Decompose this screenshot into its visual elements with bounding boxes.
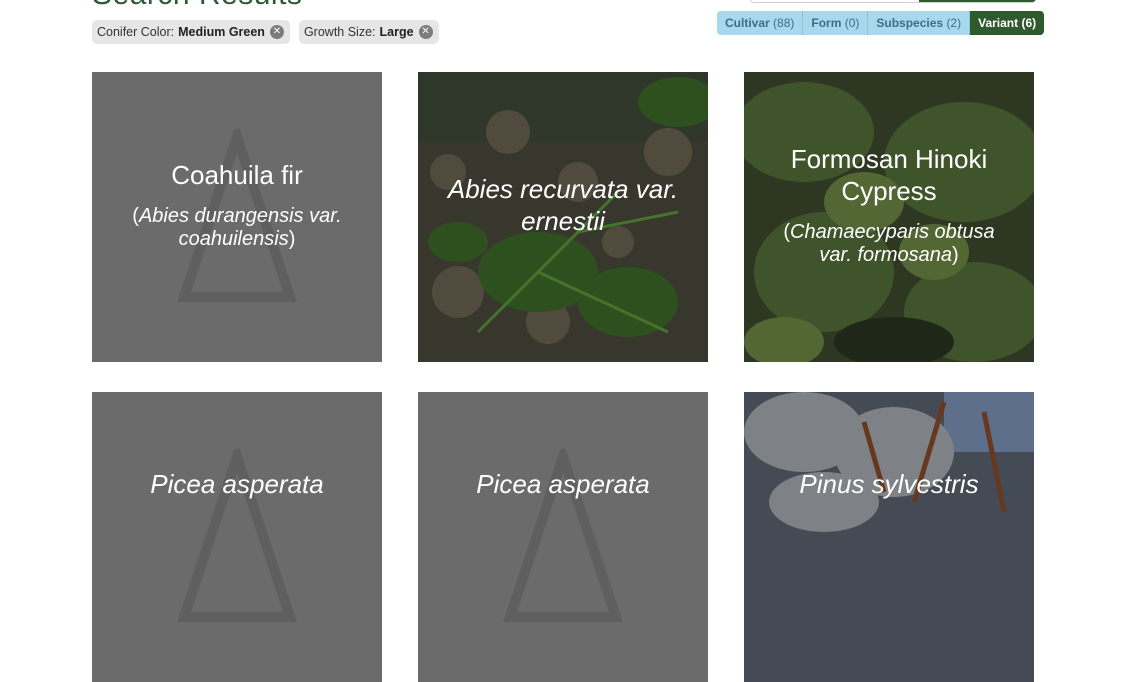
tab-cultivar[interactable]: Cultivar (88) bbox=[717, 11, 804, 35]
page-title: Search Results bbox=[92, 0, 302, 12]
tab-count: (0) bbox=[844, 16, 860, 30]
filter-chip-value: Large bbox=[379, 25, 414, 39]
remove-filter-icon[interactable]: ✕ bbox=[269, 25, 284, 39]
scientific-name: Picea asperata bbox=[150, 469, 324, 499]
tab-label: Variant bbox=[978, 16, 1019, 30]
tab-subspecies[interactable]: Subspecies (2) bbox=[868, 11, 971, 35]
result-card-text: Picea asperata bbox=[418, 468, 708, 500]
filter-chip-growth-size: Growth Size: Large ✕ bbox=[298, 20, 439, 44]
tab-count: (2) bbox=[946, 16, 962, 30]
result-card-text: Formosan Hinoki Cypress (Chamaecyparis o… bbox=[744, 143, 1034, 267]
result-card-text: Picea asperata bbox=[92, 468, 382, 500]
common-name: Formosan Hinoki Cypress bbox=[790, 144, 988, 206]
common-name: Coahuila fir bbox=[171, 160, 303, 190]
result-card[interactable]: Pinus sylvestris bbox=[744, 392, 1034, 682]
tab-label: Cultivar bbox=[725, 16, 770, 30]
search-box[interactable] bbox=[750, 0, 1036, 3]
type-filter-tabs: Cultivar (88) Form (0) Subspecies (2) Va… bbox=[717, 11, 1045, 35]
active-filters: Conifer Color: Medium Green ✕ Growth Siz… bbox=[92, 20, 439, 44]
photo-overlay bbox=[744, 392, 1034, 682]
result-card[interactable]: Abies recurvata var. ernestii bbox=[418, 72, 708, 362]
tab-form[interactable]: Form (0) bbox=[803, 11, 869, 35]
scientific-name: Pinus sylvestris bbox=[799, 469, 979, 499]
result-card-text: Abies recurvata var. ernestii bbox=[418, 173, 708, 237]
filter-chip-conifer-color: Conifer Color: Medium Green ✕ bbox=[92, 20, 290, 44]
filter-chip-label: Growth Size: bbox=[303, 25, 376, 39]
tab-count: (88) bbox=[773, 16, 795, 30]
tab-count: (6) bbox=[1021, 16, 1037, 30]
scientific-name: Picea asperata bbox=[476, 469, 650, 499]
remove-filter-icon[interactable]: ✕ bbox=[418, 25, 433, 39]
scientific-name: (Abies durangensis var. coahuilensis) bbox=[132, 205, 342, 250]
filter-chip-label: Conifer Color: bbox=[97, 25, 175, 39]
filter-chip-value: Medium Green bbox=[178, 25, 265, 39]
tab-label: Subspecies bbox=[876, 16, 944, 30]
result-card[interactable]: Picea asperata bbox=[92, 392, 382, 682]
tab-label: Form bbox=[811, 16, 842, 30]
scientific-name: (Chamaecyparis obtusa var. formosana) bbox=[783, 221, 995, 266]
result-card[interactable]: Coahuila fir (Abies durangensis var. coa… bbox=[92, 72, 382, 362]
result-card[interactable]: Formosan Hinoki Cypress (Chamaecyparis o… bbox=[744, 72, 1034, 362]
search-button[interactable] bbox=[919, 0, 1036, 2]
result-card-text: Pinus sylvestris bbox=[744, 468, 1034, 500]
result-card-text: Coahuila fir (Abies durangensis var. coa… bbox=[92, 159, 382, 251]
scientific-name: Abies recurvata var. ernestii bbox=[447, 174, 679, 236]
tab-variant[interactable]: Variant (6) bbox=[970, 11, 1045, 35]
result-card[interactable]: Picea asperata bbox=[418, 392, 708, 682]
